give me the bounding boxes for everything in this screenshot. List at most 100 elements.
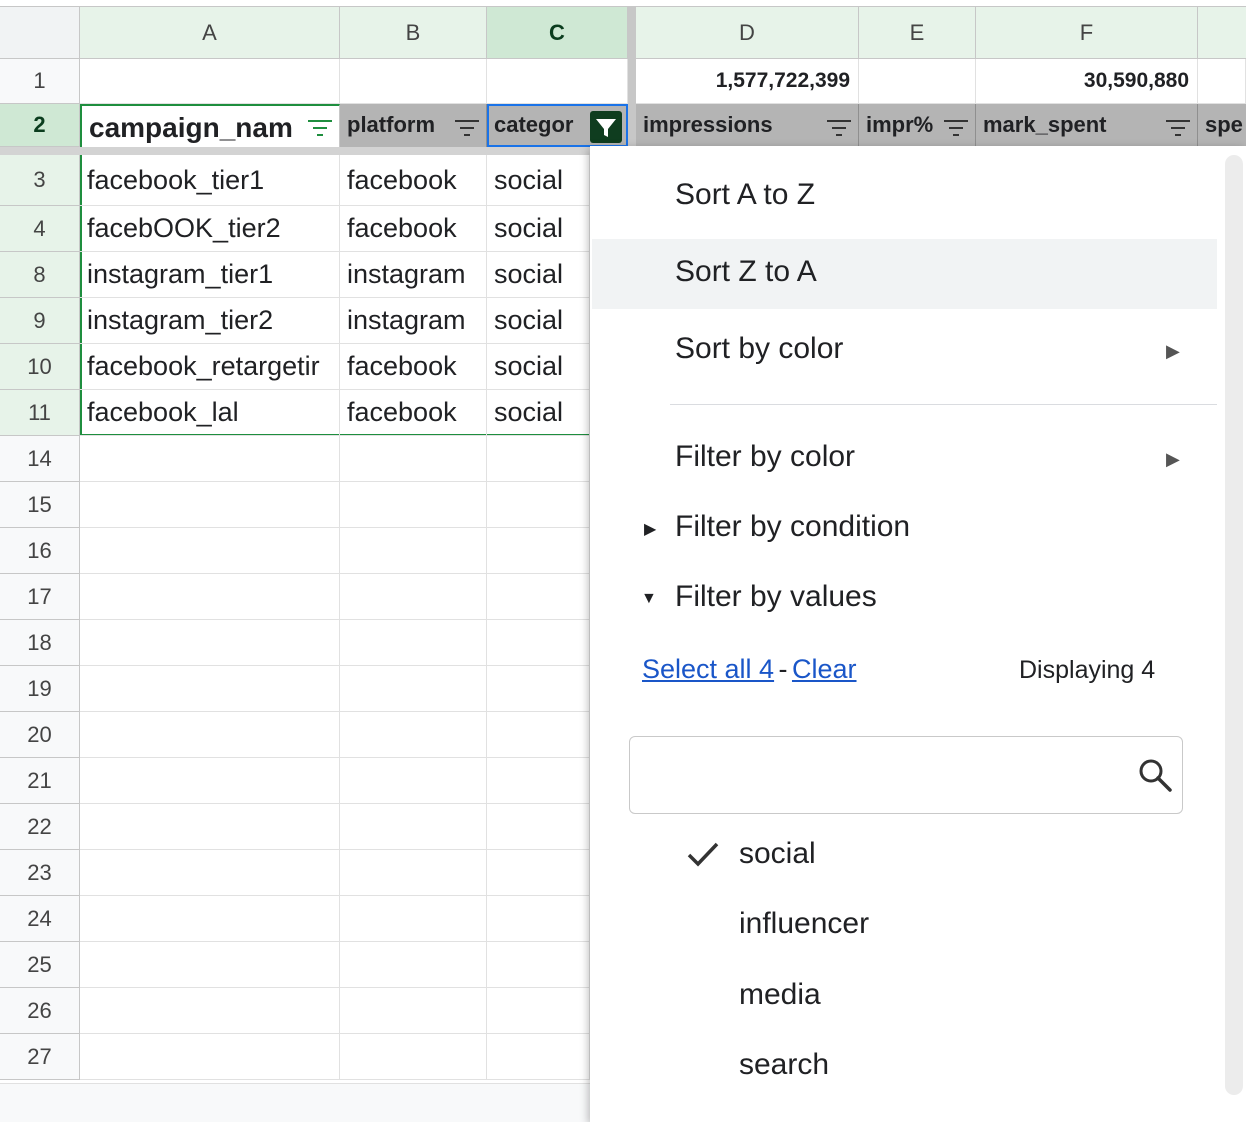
row-header-27[interactable]: 27 (0, 1034, 80, 1080)
row-header-11[interactable]: 11 (0, 390, 80, 436)
cell-b10[interactable]: facebook (340, 344, 487, 390)
cell-g1[interactable] (1198, 59, 1246, 104)
value-option-media[interactable]: media (739, 978, 821, 1012)
cell-c9[interactable]: social (487, 298, 590, 344)
cell-a8[interactable]: instagram_tier1 (80, 252, 340, 298)
empty-cell[interactable] (80, 528, 340, 574)
row-header-21[interactable]: 21 (0, 758, 80, 804)
column-header-g[interactable] (1198, 7, 1246, 59)
cell-b11[interactable]: facebook (340, 390, 487, 436)
empty-cell[interactable] (487, 758, 590, 804)
empty-cell[interactable] (340, 482, 487, 528)
cell-c4[interactable]: social (487, 206, 590, 252)
empty-grid-area[interactable] (80, 436, 590, 1083)
empty-cell[interactable] (340, 896, 487, 942)
empty-cell[interactable] (340, 758, 487, 804)
empty-cell[interactable] (340, 712, 487, 758)
empty-cell[interactable] (340, 528, 487, 574)
empty-cell[interactable] (487, 850, 590, 896)
filter-icon[interactable] (943, 118, 969, 138)
row-header-3[interactable]: 3 (0, 155, 80, 206)
row-header-8[interactable]: 8 (0, 252, 80, 298)
empty-cell[interactable] (487, 804, 590, 850)
cell-c1[interactable] (487, 59, 628, 104)
cell-a11[interactable]: facebook_lal (80, 390, 340, 436)
empty-cell[interactable] (80, 482, 340, 528)
row-header-18[interactable]: 18 (0, 620, 80, 666)
empty-cell[interactable] (487, 436, 590, 482)
empty-cell[interactable] (487, 1034, 590, 1080)
empty-cell[interactable] (340, 666, 487, 712)
row-header-20[interactable]: 20 (0, 712, 80, 758)
cell-a3[interactable]: facebook_tier1 (80, 155, 340, 206)
empty-cell[interactable] (487, 896, 590, 942)
empty-cell[interactable] (80, 850, 340, 896)
row-header-2[interactable]: 2 (0, 104, 80, 147)
row-header-17[interactable]: 17 (0, 574, 80, 620)
filter-by-values-item[interactable]: Filter by values (675, 580, 877, 614)
row-header-9[interactable]: 9 (0, 298, 80, 344)
cell-d1[interactable]: 1,577,722,399 (636, 59, 859, 104)
filter-icon[interactable] (307, 118, 333, 138)
sort-a-to-z-item[interactable]: Sort A to Z (675, 178, 815, 212)
empty-cell[interactable] (487, 712, 590, 758)
row-header-10[interactable]: 10 (0, 344, 80, 390)
empty-cell[interactable] (80, 896, 340, 942)
sort-by-color-item[interactable]: Sort by color (675, 332, 843, 366)
header-cell-spend[interactable]: spe (1198, 104, 1246, 147)
search-icon[interactable] (1137, 757, 1173, 793)
cell-b4[interactable]: facebook (340, 206, 487, 252)
empty-cell[interactable] (487, 942, 590, 988)
empty-cell[interactable] (80, 574, 340, 620)
header-cell-mark-spent[interactable]: mark_spent (976, 104, 1198, 147)
cell-c10[interactable]: social (487, 344, 590, 390)
funnel-icon[interactable] (590, 111, 622, 143)
empty-cell[interactable] (340, 436, 487, 482)
collapse-down-icon[interactable]: ▼ (641, 590, 657, 608)
column-header-a[interactable]: A (80, 7, 340, 59)
cell-a10[interactable]: facebook_retargetir (80, 344, 340, 390)
column-header-b[interactable]: B (340, 7, 487, 59)
row-header-19[interactable]: 19 (0, 666, 80, 712)
empty-cell[interactable] (340, 804, 487, 850)
frozen-column-divider[interactable] (628, 7, 636, 147)
empty-cell[interactable] (80, 804, 340, 850)
empty-cell[interactable] (487, 620, 590, 666)
empty-cell[interactable] (340, 620, 487, 666)
cell-b3[interactable]: facebook (340, 155, 487, 206)
row-header-1[interactable]: 1 (0, 59, 80, 104)
header-cell-campaign-name[interactable]: campaign_nam (80, 104, 340, 147)
values-search-input[interactable] (629, 736, 1183, 814)
horizontal-scroll-area[interactable] (0, 1083, 590, 1122)
cell-f1[interactable]: 30,590,880 (976, 59, 1198, 104)
cell-e1[interactable] (859, 59, 976, 104)
empty-cell[interactable] (340, 988, 487, 1034)
empty-cell[interactable] (80, 666, 340, 712)
menu-scrollbar[interactable] (1225, 155, 1243, 1095)
row-header-24[interactable]: 24 (0, 896, 80, 942)
empty-cell[interactable] (487, 574, 590, 620)
empty-cell[interactable] (487, 528, 590, 574)
sort-z-to-a-item[interactable]: Sort Z to A (675, 255, 817, 289)
empty-cell[interactable] (340, 850, 487, 896)
cell-c11[interactable]: social (487, 390, 590, 436)
filter-icon[interactable] (826, 118, 852, 138)
row-header-14[interactable]: 14 (0, 436, 80, 482)
filter-icon[interactable] (454, 118, 480, 138)
empty-cell[interactable] (487, 666, 590, 712)
empty-cell[interactable] (487, 482, 590, 528)
header-cell-impr-pct[interactable]: impr% (859, 104, 976, 147)
filter-by-color-item[interactable]: Filter by color (675, 440, 855, 474)
clear-link[interactable]: Clear (792, 654, 857, 684)
filter-icon[interactable] (1165, 118, 1191, 138)
header-cell-impressions[interactable]: impressions (636, 104, 859, 147)
row-header-16[interactable]: 16 (0, 528, 80, 574)
header-cell-platform[interactable]: platform (340, 104, 487, 147)
cell-a1[interactable] (80, 59, 340, 104)
empty-cell[interactable] (80, 988, 340, 1034)
filter-by-condition-item[interactable]: Filter by condition (675, 510, 910, 544)
row-header-25[interactable]: 25 (0, 942, 80, 988)
value-option-influencer[interactable]: influencer (739, 907, 869, 941)
header-cell-category[interactable]: categor (487, 104, 628, 147)
row-header-15[interactable]: 15 (0, 482, 80, 528)
